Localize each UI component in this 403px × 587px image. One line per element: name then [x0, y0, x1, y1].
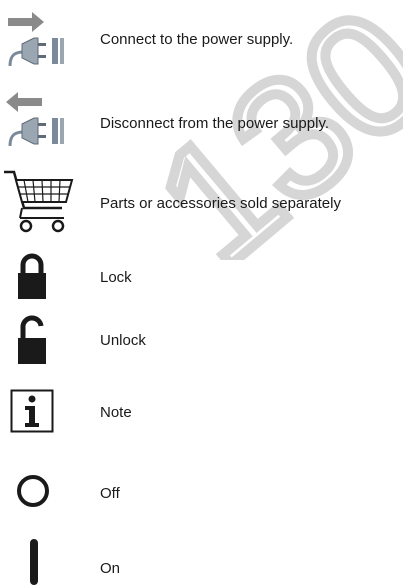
- symbol-row-disconnect: Disconnect from the power supply.: [0, 80, 403, 160]
- info-icon: [10, 389, 54, 433]
- symbol-label-accessories: Parts or accessories sold separately: [100, 195, 341, 212]
- power-on-icon: [30, 539, 38, 585]
- power-off-icon: [17, 475, 49, 507]
- symbol-row-lock: Lock: [0, 245, 403, 310]
- symbol-row-unlock: Unlock: [0, 310, 403, 375]
- symbol-label-unlock: Unlock: [100, 332, 146, 349]
- shopping-cart-icon: [4, 170, 74, 233]
- symbol-label-connect: Connect to the power supply.: [100, 31, 294, 48]
- symbol-label-off: Off: [100, 485, 120, 502]
- plug-disconnect-icon: [6, 92, 64, 147]
- symbol-row-note: Note: [0, 385, 403, 445]
- symbol-label-note: Note: [100, 404, 132, 421]
- symbol-label-lock: Lock: [100, 269, 132, 286]
- symbol-row-accessories: Parts or accessories sold separately: [0, 160, 403, 240]
- symbol-label-disconnect: Disconnect from the power supply.: [100, 115, 329, 132]
- symbol-row-off: Off: [0, 460, 403, 525]
- lock-icon: [18, 253, 46, 299]
- unlock-icon: [18, 315, 46, 364]
- symbol-label-on: On: [100, 560, 121, 577]
- symbol-row-connect: Connect to the power supply.: [0, 0, 403, 80]
- plug-connect-icon: [8, 12, 64, 67]
- symbol-row-on: On: [0, 525, 403, 587]
